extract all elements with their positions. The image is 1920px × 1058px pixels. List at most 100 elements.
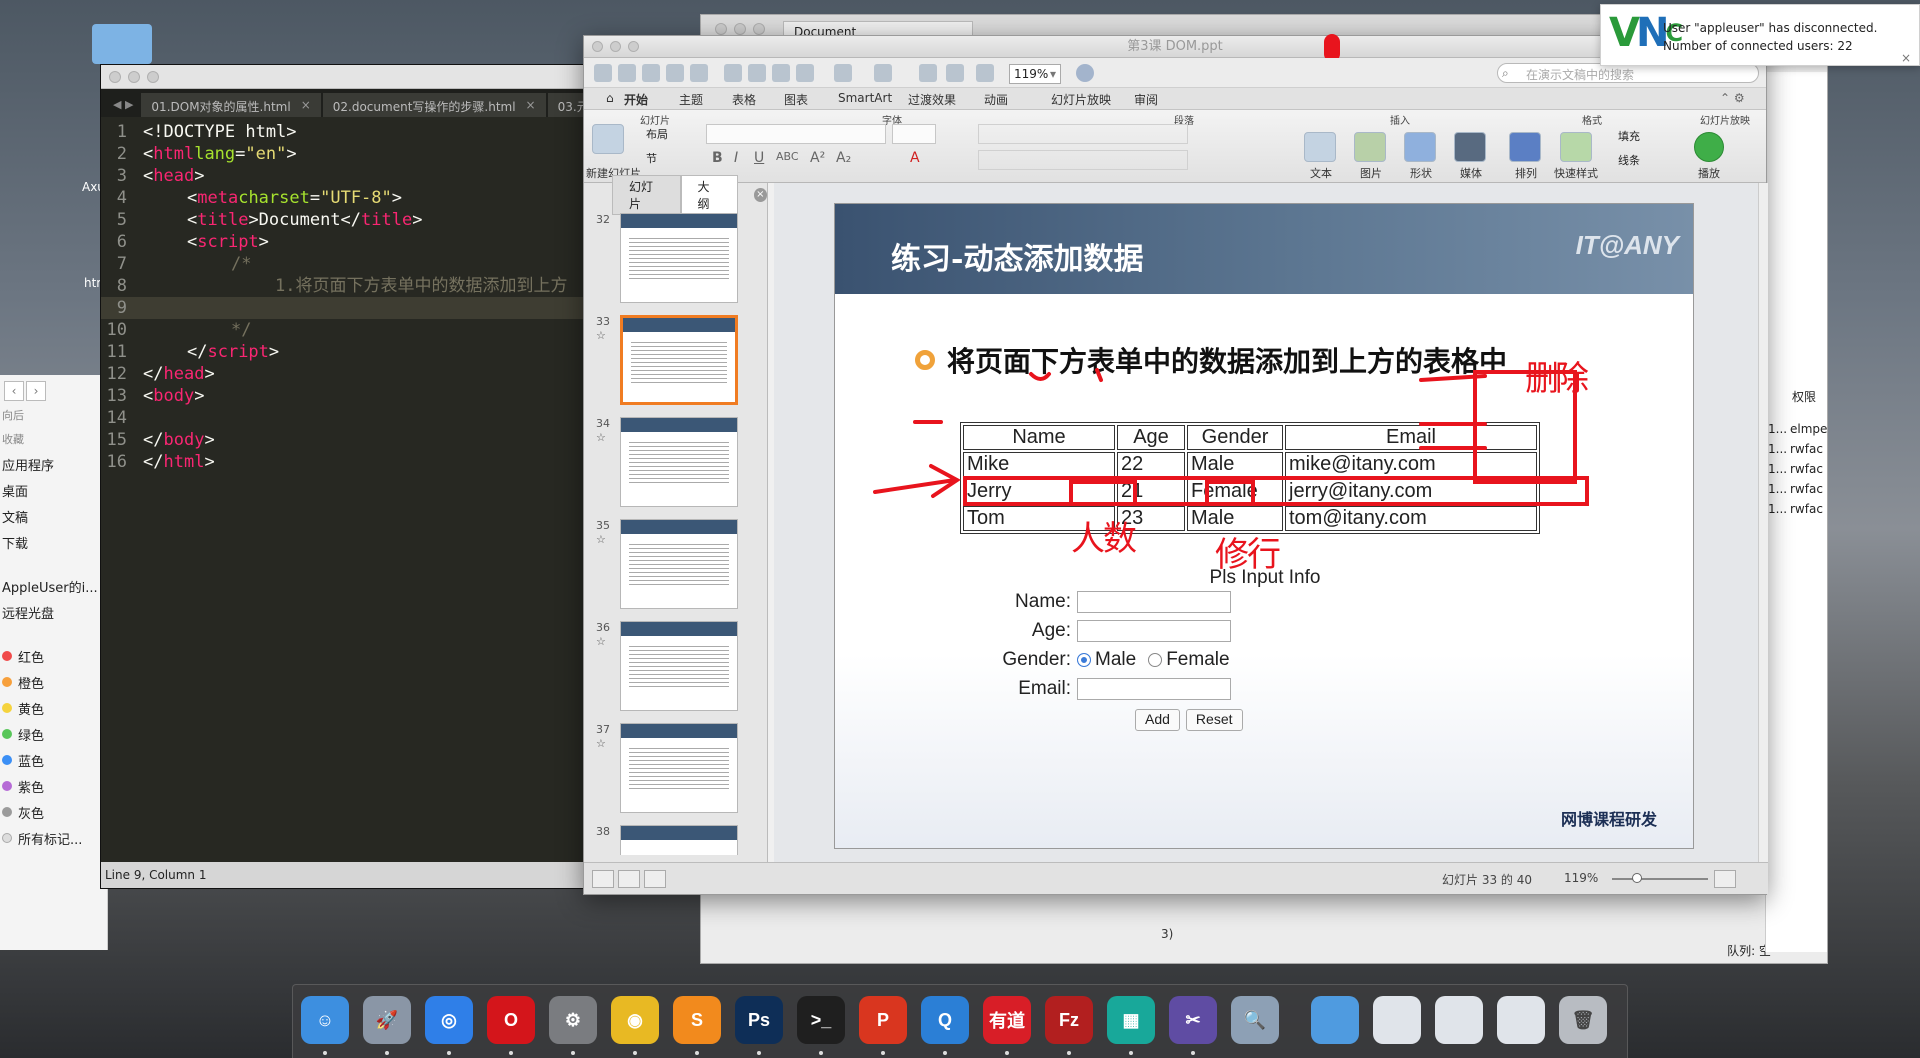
undo-icon[interactable] [834, 64, 852, 82]
font-color-icon[interactable]: A [910, 150, 920, 166]
table-icon[interactable] [946, 64, 964, 82]
sidebar-tag-green[interactable]: 绿色 [0, 721, 107, 747]
dock-window-1-icon[interactable] [1373, 996, 1421, 1044]
tab-tables[interactable]: 表格 [732, 91, 756, 108]
dock-terminal-icon[interactable]: >_ [797, 996, 845, 1044]
dock-wps-icon[interactable]: P [859, 996, 907, 1044]
font-size-select[interactable] [892, 124, 936, 144]
dock-sublime-text-icon[interactable]: S [673, 996, 721, 1044]
close-icon[interactable]: × [301, 98, 311, 112]
slide-thumbnail[interactable]: 37 ☆ [584, 723, 760, 813]
quick-styles-button[interactable] [1560, 132, 1592, 162]
back-button[interactable]: ‹ [4, 381, 24, 401]
sidebar-tag-gray[interactable]: 灰色 [0, 799, 107, 825]
shape-button[interactable] [1404, 132, 1436, 162]
list-controls[interactable] [978, 124, 1188, 144]
dock-window-2-icon[interactable] [1435, 996, 1483, 1044]
strikethrough-icon[interactable]: ABC [776, 150, 799, 163]
slide-thumbnail[interactable]: 35 ☆ [584, 519, 760, 609]
collapse-ribbon-icon[interactable]: ⌃ ⚙ [1720, 91, 1745, 105]
slide-sorter-button[interactable] [618, 870, 640, 888]
arrange-button[interactable] [1509, 132, 1541, 162]
editor-tab[interactable]: 02.document写操作的步骤.html × [322, 93, 546, 117]
desktop-folder-icon[interactable] [92, 24, 152, 64]
dock-mosaic-icon[interactable]: ▦ [1107, 996, 1155, 1044]
slide-thumbnail[interactable]: 36 ☆ [584, 621, 760, 711]
dock-launchpad-icon[interactable]: 🚀 [363, 996, 411, 1044]
slide-thumbnail[interactable]: 34 ☆ [584, 417, 760, 507]
slide-thumbnail[interactable]: 38 [584, 825, 760, 855]
sidebar-item-device[interactable]: AppleUser的i... [0, 573, 107, 599]
tab-transitions[interactable]: 过渡效果 [908, 91, 956, 108]
alignment-controls[interactable] [978, 150, 1188, 170]
zoom-button[interactable] [628, 41, 639, 52]
line-button[interactable]: 线条 [1618, 152, 1640, 168]
dock-chrome-icon[interactable]: ◉ [611, 996, 659, 1044]
dock-trash-icon[interactable]: 🗑 [1559, 996, 1607, 1044]
help-icon[interactable] [1076, 64, 1094, 82]
slide-thumbnail[interactable]: 32 [584, 213, 760, 303]
sidebar-tag-orange[interactable]: 橙色 [0, 669, 107, 695]
format-painter-icon[interactable] [796, 64, 814, 82]
layout-button[interactable]: 布局 [646, 126, 668, 142]
underline-icon[interactable]: U [754, 150, 764, 166]
close-icon[interactable]: × [1901, 51, 1911, 65]
redo-icon[interactable] [874, 64, 892, 82]
slide-canvas[interactable]: 练习-动态添加数据 IT@ANY 将页面下方表单中的数据添加到上方的表格中 Na… [834, 203, 1694, 849]
close-button[interactable] [109, 71, 121, 83]
zoom-slider[interactable] [1612, 878, 1708, 880]
sidebar-all-tags[interactable]: 所有标记... [0, 825, 107, 851]
slideshow-view-button[interactable] [644, 870, 666, 888]
dock-opera-icon[interactable]: O [487, 996, 535, 1044]
superscript-icon[interactable]: A² [810, 150, 825, 166]
bold-icon[interactable]: B [712, 150, 723, 166]
sidebar-item-remote-disc[interactable]: 远程光盘 [0, 599, 107, 625]
sidebar-item-documents[interactable]: 文稿 [0, 503, 107, 529]
sidebar-tag-yellow[interactable]: 黄色 [0, 695, 107, 721]
open-icon[interactable] [642, 64, 660, 82]
dock-preview-icon[interactable]: 🔍 [1231, 996, 1279, 1044]
sidebar-tag-purple[interactable]: 紫色 [0, 773, 107, 799]
minimize-button[interactable] [610, 41, 621, 52]
vertical-scrollbar[interactable] [1758, 183, 1768, 862]
fit-to-window-button[interactable] [1714, 870, 1736, 888]
media-button[interactable] [1454, 132, 1486, 162]
zoom-button[interactable] [147, 71, 159, 83]
search-input[interactable]: 在演示文稿中的搜索 [1497, 63, 1759, 83]
font-name-select[interactable] [706, 124, 886, 144]
tab-smartart[interactable]: SmartArt [838, 91, 892, 105]
tab-slides[interactable]: 幻灯片 [612, 175, 681, 215]
subscript-icon[interactable]: A₂ [836, 150, 851, 166]
sidebar-item-desktop[interactable]: 桌面 [0, 477, 107, 503]
play-button[interactable] [1694, 132, 1724, 162]
sidebar-tag-red[interactable]: 红色 [0, 643, 107, 669]
editor-tab[interactable]: 01.DOM对象的属性.html × [141, 93, 321, 117]
fill-button[interactable]: 填充 [1618, 128, 1640, 144]
template-icon[interactable] [618, 64, 636, 82]
tab-slideshow[interactable]: 幻灯片放映 [1051, 91, 1111, 108]
new-slide-button[interactable] [592, 124, 624, 154]
dock-filezilla-icon[interactable]: Fz [1045, 996, 1093, 1044]
sidebar-item-applications[interactable]: 应用程序 [0, 451, 107, 477]
dock-folder-icon[interactable] [1311, 996, 1359, 1044]
sidebar-tag-blue[interactable]: 蓝色 [0, 747, 107, 773]
dock-finder-icon[interactable]: ☺ [301, 996, 349, 1044]
close-icon[interactable]: × [526, 98, 536, 112]
media-browser-icon[interactable] [976, 64, 994, 82]
normal-view-button[interactable] [592, 870, 614, 888]
tab-review[interactable]: 审阅 [1134, 91, 1158, 108]
minimize-button[interactable] [128, 71, 140, 83]
dock-system-preferences-icon[interactable]: ⚙ [549, 996, 597, 1044]
tab-charts[interactable]: 图表 [784, 91, 808, 108]
tab-animations[interactable]: 动画 [984, 91, 1008, 108]
save-icon[interactable] [666, 64, 684, 82]
dock-safari-icon[interactable]: ◎ [425, 996, 473, 1044]
dock-window-3-icon[interactable] [1497, 996, 1545, 1044]
tab-nav-icon[interactable]: ◀ ▶ [107, 98, 139, 117]
dock-quicktime-icon[interactable]: Q [921, 996, 969, 1044]
picture-button[interactable] [1354, 132, 1386, 162]
copy-icon[interactable] [748, 64, 766, 82]
sidebar-item-downloads[interactable]: 下载 [0, 529, 107, 555]
zoom-select[interactable]: 119% ▾ [1009, 64, 1061, 84]
text-button[interactable] [1304, 132, 1336, 162]
